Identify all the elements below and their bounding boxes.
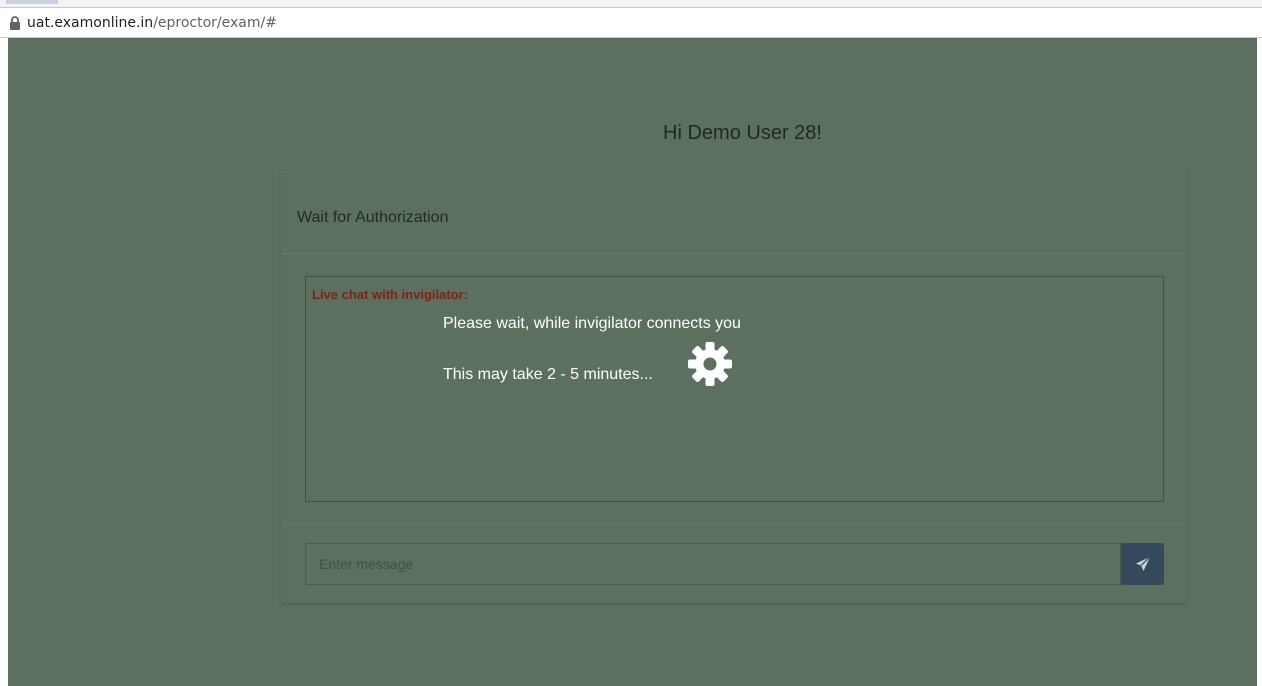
wait-duration: This may take 2 - 5 minutes... (443, 366, 653, 383)
url-host: uat.examonline.in (27, 14, 154, 31)
active-tab-indicator[interactable] (6, 0, 58, 4)
lock-icon[interactable] (9, 15, 21, 30)
url-path: /eproctor/exam/# (153, 14, 277, 31)
gear-icon (688, 342, 732, 386)
paper-plane-icon (1135, 556, 1150, 571)
chat-box: Live chat with invigilator: Please wait,… (305, 276, 1164, 502)
authorization-card: Wait for Authorization Live chat with in… (281, 168, 1187, 603)
chat-label: Live chat with invigilator: (312, 287, 469, 302)
send-button[interactable] (1121, 543, 1164, 585)
greeting-heading: Hi Demo User 28! (663, 122, 822, 144)
page-overlay: Hi Demo User 28! Wait for Authorization … (8, 38, 1257, 686)
card-header: Wait for Authorization (281, 169, 1187, 254)
card-title: Wait for Authorization (297, 209, 449, 226)
message-input[interactable] (305, 543, 1121, 585)
wait-message: Please wait, while invigilator connects … (443, 315, 741, 332)
card-footer (281, 523, 1187, 604)
address-bar[interactable]: uat.examonline.in/eproctor/exam/# (0, 8, 1262, 38)
browser-tab-strip (0, 0, 1262, 8)
url-text[interactable]: uat.examonline.in/eproctor/exam/# (27, 15, 277, 31)
